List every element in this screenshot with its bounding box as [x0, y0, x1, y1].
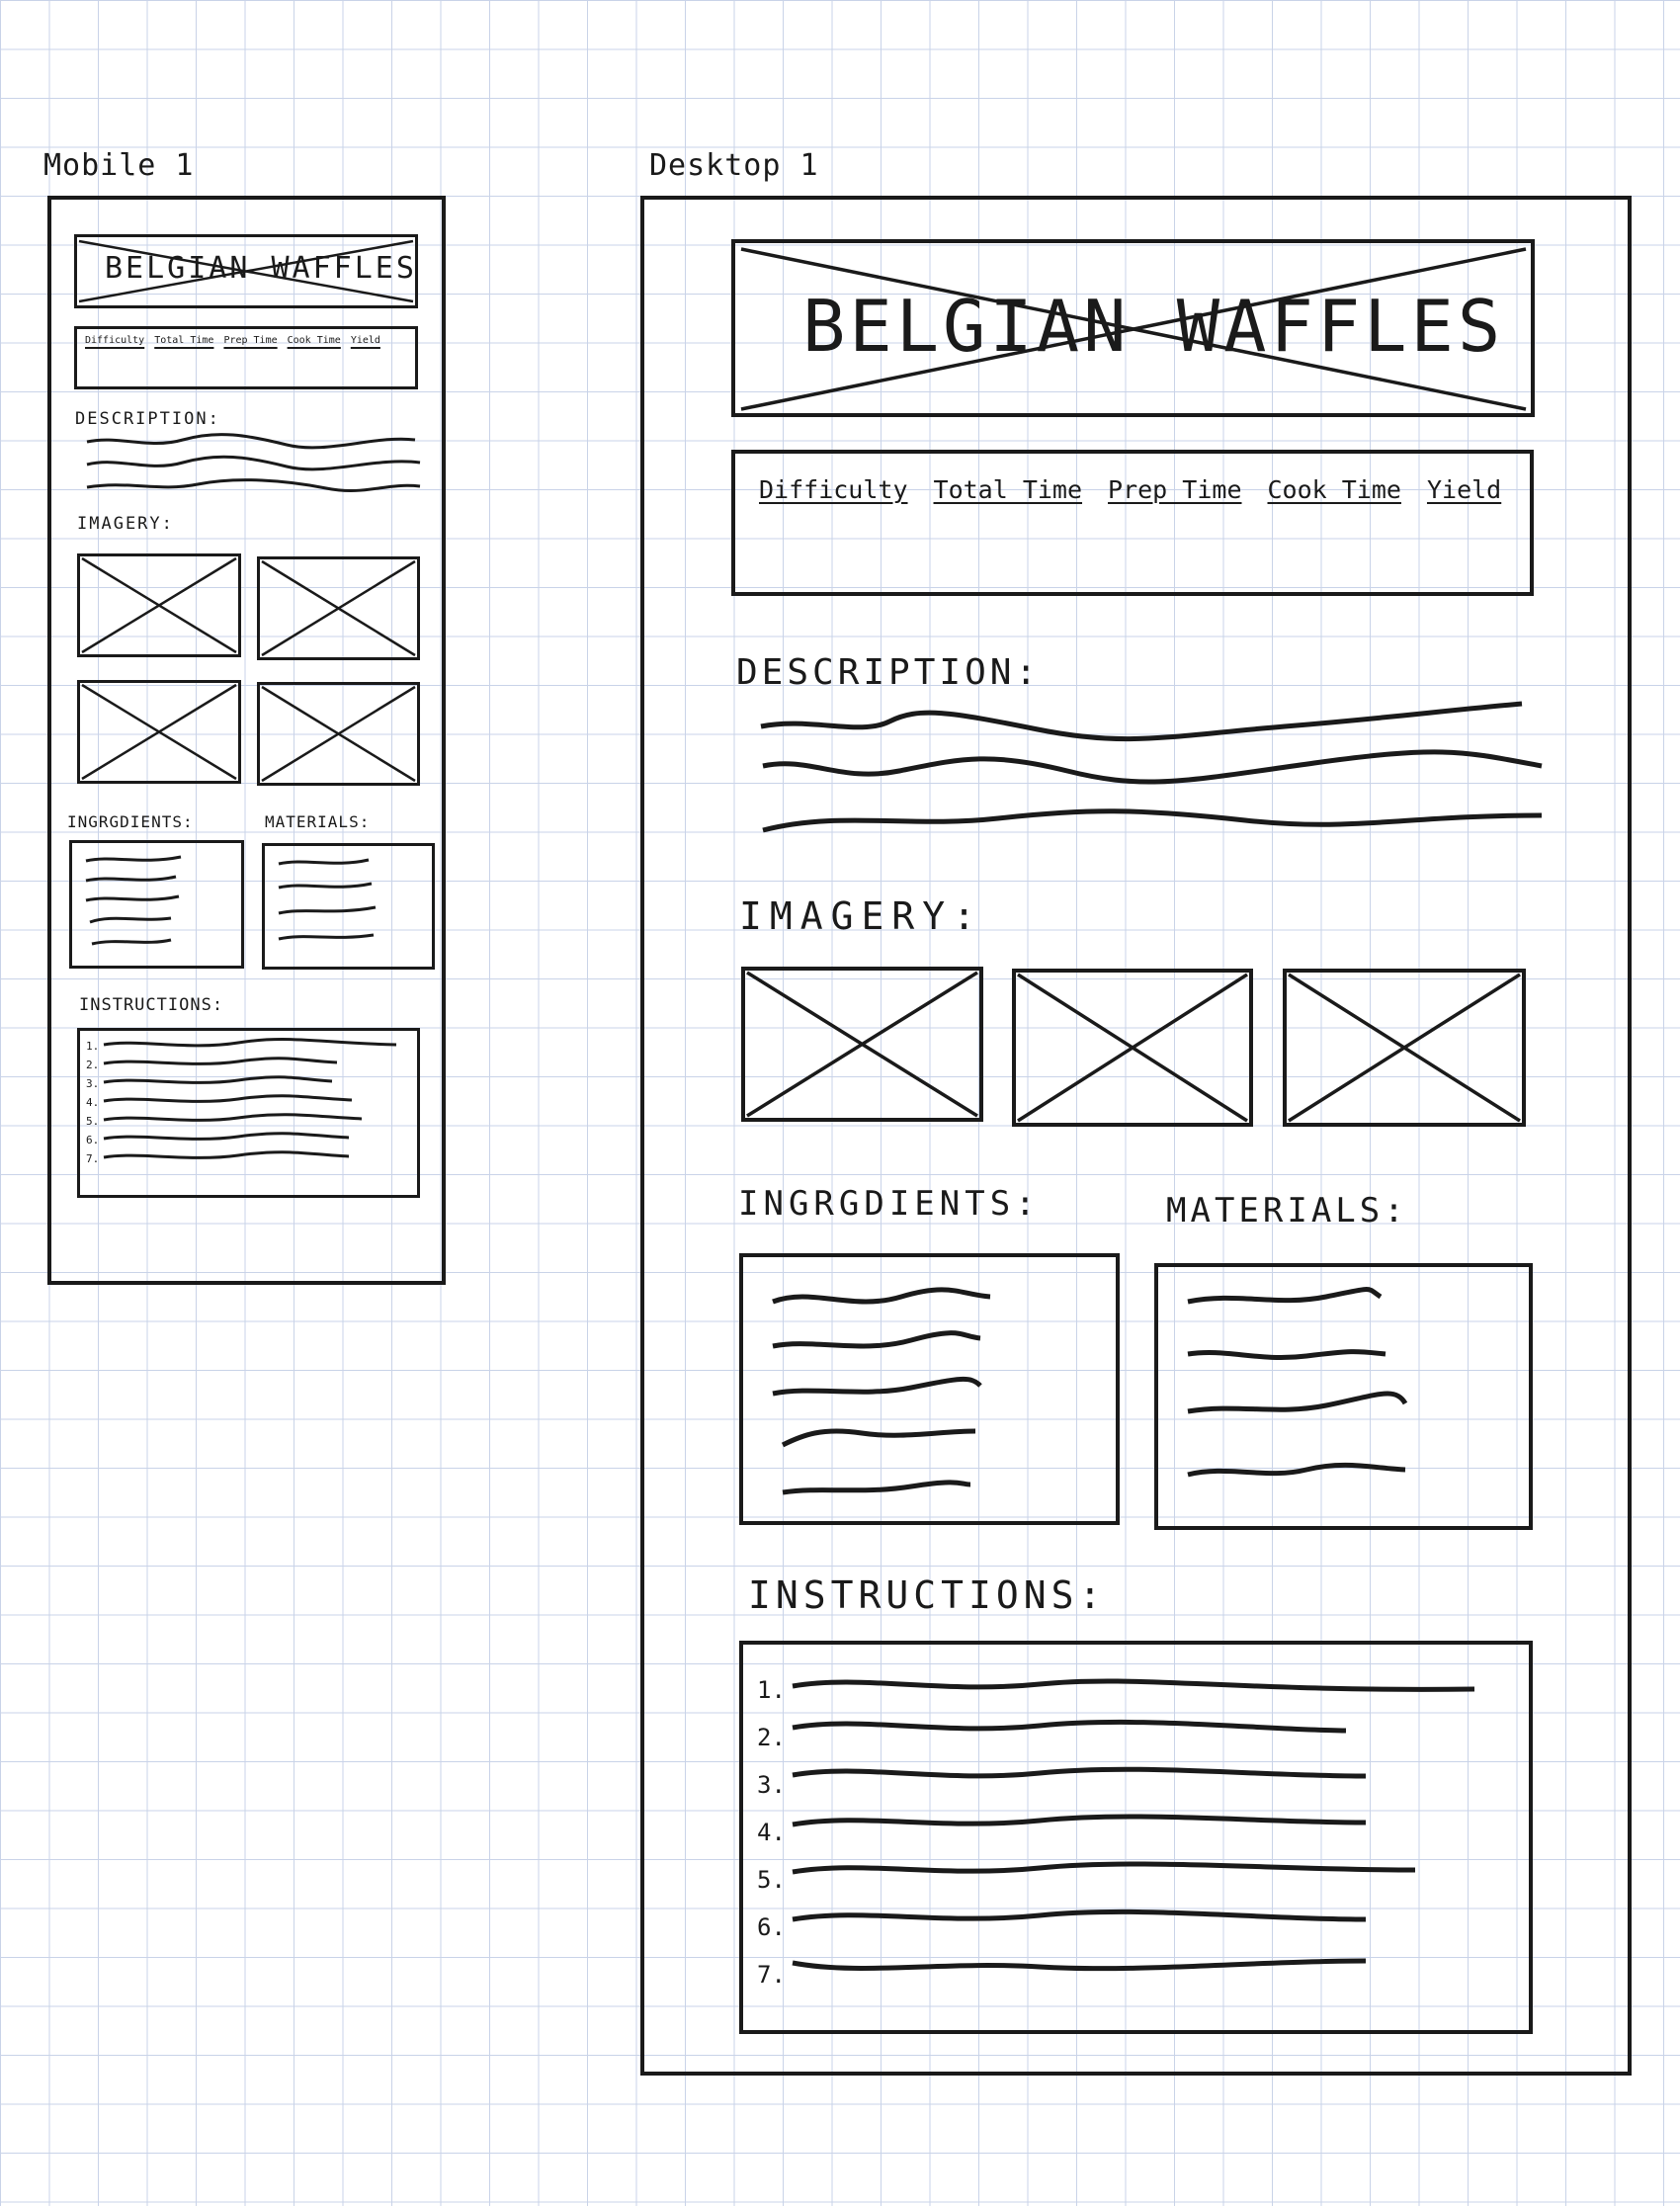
- mobile-image-placeholder-4: [257, 682, 420, 786]
- desktop-stat-difficulty: Difficulty: [759, 475, 908, 504]
- desktop-ingredients-box: [739, 1253, 1120, 1525]
- desktop-stats-row: Difficulty Total Time Prep Time Cook Tim…: [759, 475, 1501, 504]
- mobile-materials-box: [262, 843, 435, 970]
- desktop-steps-scribble: [792, 1678, 1475, 1972]
- mobile-materials-scribble: [278, 858, 377, 941]
- desktop-image-placeholder-2: [1012, 969, 1253, 1127]
- desktop-materials-label: MATERIALS:: [1166, 1191, 1408, 1230]
- image-placeholder-icon: [1017, 973, 1248, 1123]
- image-placeholder-icon: [746, 971, 978, 1118]
- desktop-wireframe-label: Desktop 1: [649, 148, 819, 183]
- desktop-image-placeholder-3: [1283, 969, 1526, 1127]
- mobile-stat-yield: Yield: [350, 335, 380, 346]
- image-placeholder-icon: [261, 559, 416, 657]
- mobile-ingredients-box: [69, 840, 244, 969]
- mobile-instructions-label: INSTRUCTIONS:: [79, 995, 224, 1015]
- image-placeholder-icon: [1288, 973, 1521, 1123]
- desktop-page-title: BELGIAN WAFFLES: [802, 285, 1505, 368]
- mobile-stat-prep-time: Prep Time: [223, 335, 278, 346]
- mobile-ingredients-label: INGRGDIENTS:: [67, 812, 194, 831]
- mobile-stat-cook-time: Cook Time: [287, 335, 341, 346]
- desktop-instructions-box: 1. 2. 3. 4. 5. 6. 7.: [739, 1641, 1533, 2034]
- mobile-image-placeholder-1: [77, 553, 241, 657]
- image-placeholder-icon: [261, 685, 416, 783]
- desktop-stat-total-time: Total Time: [933, 475, 1083, 504]
- mobile-stats-bar: Difficulty Total Time Prep Time Cook Tim…: [74, 326, 418, 389]
- mobile-imagery-label: IMAGERY:: [77, 514, 174, 534]
- desktop-title-placeholder: BELGIAN WAFFLES: [731, 239, 1535, 417]
- mobile-description-label: DESCRIPTION:: [75, 409, 220, 429]
- mobile-ingredients-scribble: [85, 855, 182, 946]
- mobile-wireframe-label: Mobile 1: [43, 148, 195, 183]
- mobile-title-placeholder: BELGIAN WAFFLES: [74, 234, 418, 308]
- mobile-stats-row: Difficulty Total Time Prep Time Cook Tim…: [85, 335, 380, 346]
- desktop-imagery-label: IMAGERY:: [739, 894, 984, 938]
- desktop-stats-bar: Difficulty Total Time Prep Time Cook Tim…: [731, 450, 1534, 596]
- mobile-steps-scribble: [103, 1038, 397, 1159]
- mobile-page-title: BELGIAN WAFFLES: [105, 251, 417, 286]
- desktop-stat-prep-time: Prep Time: [1108, 475, 1242, 504]
- mobile-stat-total-time: Total Time: [154, 335, 214, 346]
- desktop-stat-yield: Yield: [1426, 475, 1502, 504]
- desktop-ingredients-scribble: [772, 1287, 991, 1495]
- mobile-image-placeholder-3: [77, 680, 241, 784]
- desktop-stat-cook-time: Cook Time: [1267, 475, 1401, 504]
- desktop-description-label: DESCRIPTION:: [736, 652, 1042, 693]
- image-placeholder-icon: [81, 556, 237, 654]
- mobile-image-placeholder-2: [257, 556, 420, 660]
- desktop-image-placeholder-1: [741, 967, 983, 1122]
- mobile-instructions-box: 1. 2. 3. 4. 5. 6. 7.: [77, 1028, 420, 1198]
- desktop-ingredients-label: INGRGDIENTS:: [738, 1184, 1041, 1224]
- desktop-instructions-label: INSTRUCTIONS:: [748, 1573, 1107, 1617]
- image-placeholder-icon: [81, 683, 237, 781]
- mobile-stat-difficulty: Difficulty: [85, 335, 145, 346]
- desktop-materials-scribble: [1187, 1287, 1408, 1478]
- desktop-materials-box: [1154, 1263, 1533, 1530]
- mobile-materials-label: MATERIALS:: [265, 812, 371, 831]
